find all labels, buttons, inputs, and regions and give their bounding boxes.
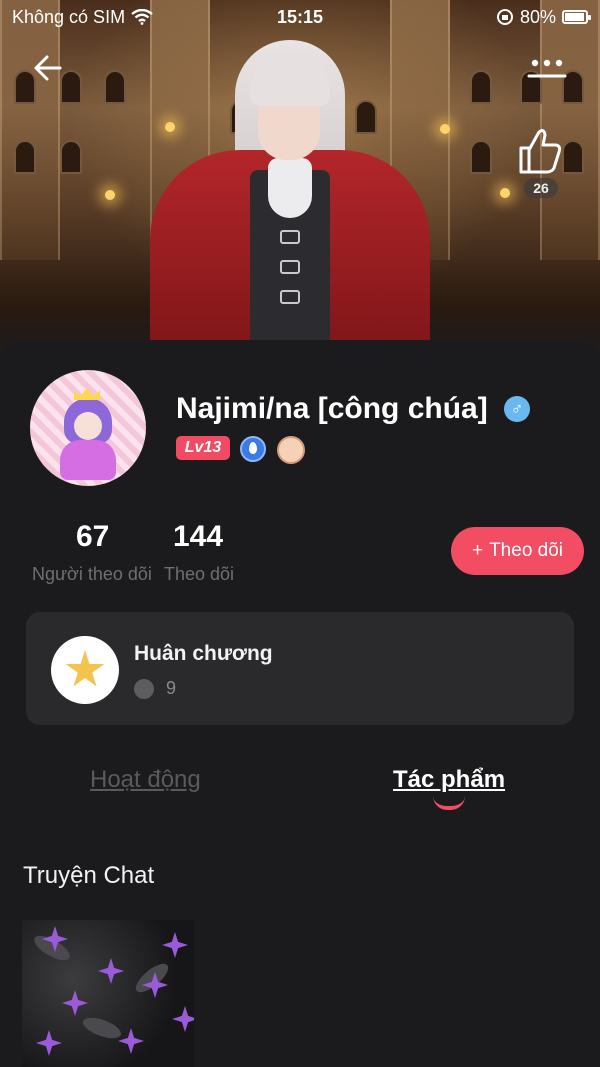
medal-icon bbox=[51, 636, 119, 704]
active-tab-indicator bbox=[433, 796, 465, 810]
medal-count: 9 bbox=[166, 678, 177, 698]
plus-icon: + bbox=[471, 540, 484, 561]
medal-title: Huân chương bbox=[134, 642, 273, 665]
avatar[interactable] bbox=[30, 370, 146, 486]
followers-count[interactable]: 67 bbox=[76, 520, 109, 554]
male-gender-icon: ♂ bbox=[504, 396, 530, 422]
profile-panel: Najimi/na [công chúa] ♂ Lv13 67 Người th… bbox=[0, 340, 600, 1067]
level-badge: Lv13 bbox=[176, 436, 230, 460]
more-options-icon[interactable] bbox=[527, 52, 567, 82]
character-badge-icon bbox=[277, 436, 305, 464]
follow-button[interactable]: + Theo dõi bbox=[451, 527, 584, 575]
character-illustration bbox=[140, 40, 440, 360]
cover-image bbox=[0, 0, 600, 360]
tab-works[interactable]: Tác phẩm bbox=[393, 766, 505, 794]
like-count: 26 bbox=[524, 178, 558, 198]
followers-label: Người theo dõi bbox=[32, 564, 152, 584]
profile-name: Najimi/na [công chúa] bbox=[176, 392, 488, 425]
wifi-icon bbox=[131, 9, 153, 25]
thumbs-up-icon bbox=[519, 129, 562, 174]
battery-icon bbox=[562, 10, 591, 24]
droplet-badge-icon bbox=[240, 436, 266, 462]
status-bar: Không có SIM 15:15 80% bbox=[0, 0, 600, 34]
tab-activity[interactable]: Hoạt động bbox=[90, 766, 201, 794]
lamp bbox=[500, 188, 510, 198]
battery-percent: 80% bbox=[519, 6, 556, 27]
orientation-lock-icon bbox=[496, 9, 513, 25]
back-arrow-icon[interactable] bbox=[30, 50, 66, 86]
story-thumbnail[interactable] bbox=[22, 920, 194, 1067]
like-button[interactable]: 26 bbox=[512, 126, 568, 202]
following-count[interactable]: 144 bbox=[173, 520, 223, 554]
following-label: Theo dõi bbox=[164, 564, 235, 584]
medal-card[interactable]: Huân chương 9 bbox=[26, 612, 574, 725]
star-count-icon bbox=[134, 679, 154, 699]
lamp bbox=[105, 190, 115, 200]
section-title: Truyện Chat bbox=[23, 862, 155, 889]
lamp bbox=[440, 124, 450, 134]
carrier-label: Không có SIM bbox=[12, 6, 126, 27]
follow-button-label: Theo dõi bbox=[489, 540, 564, 561]
